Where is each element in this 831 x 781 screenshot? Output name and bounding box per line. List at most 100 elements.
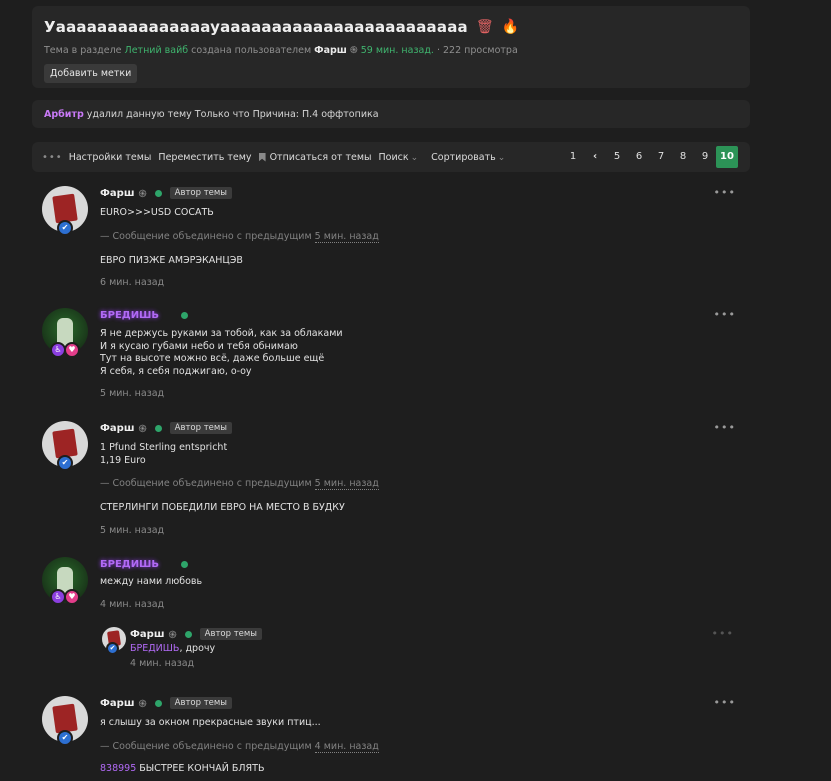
page-7[interactable]: 7 [650,146,672,168]
heart-icon: ♥ [64,342,80,358]
post-line: Я себя, я себя поджигаю, о-оу [100,365,252,377]
move-thread-button[interactable]: Переместить тему [158,152,251,163]
prev-page-icon[interactable]: ‹ [584,146,606,168]
author-badge: Автор темы [199,628,263,640]
author-badge: Автор темы [169,697,233,709]
thread-time[interactable]: 59 мин. назад. [361,45,434,56]
number-link[interactable]: 838995 [100,763,136,774]
post-line: И я кусаю губами небо и тебя обнимаю [100,340,298,352]
search-label: Поиск [378,151,409,163]
user-mention[interactable]: БРЕДИШЬ [130,643,179,654]
post-time[interactable]: 4 мин. назад [100,599,742,610]
notice-text: удалил данную тему Только что Причина: П… [86,109,379,120]
merged-prefix: — Сообщение объединено с предыдущим [100,230,312,242]
post-text-rest: БЫСТРЕЕ КОНЧАЙ БЛЯТЬ [136,762,265,774]
merged-prefix: — Сообщение объединено с предыдущим [100,478,312,489]
section-link[interactable]: Летний вайб [125,45,189,56]
more-icon[interactable]: ••• [714,421,736,434]
author-badge: Автор темы [169,422,233,434]
verified-icon: ✔ [57,730,73,746]
post-text: ЕВРО ПИЗЖЕ АМЭРЭКАНЦЭВ [100,254,243,266]
pagination: 1 ‹ 5 6 7 8 9 10 [562,146,738,168]
username[interactable]: Фарш [100,698,134,709]
more-icon[interactable]: ••• [714,696,736,709]
online-indicator [154,189,162,197]
post-line: 1 Pfund Sterling entspricht [100,442,228,453]
thread-meta: Тема в разделе Летний вайб создана польз… [44,43,738,56]
page-5[interactable]: 5 [606,146,628,168]
verified-icon: ✔ [57,220,73,236]
moderation-notice: Арбитр удалил данную тему Только что При… [32,100,750,128]
author-link[interactable]: Фарш [314,45,347,56]
post-text: БРЕДИШЬ, дрочу [130,643,742,656]
thread-toolbar: ••• Настройки темы Переместить тему Отпи… [32,142,750,172]
page-9[interactable]: 9 [694,146,716,168]
post-text: между нами любовь [100,576,203,587]
reply-post: ✔ Фарш ֍ Автор темы ••• БРЕДИШЬ, дрочу 4… [102,627,742,671]
spiral-icon: ֍ [138,189,147,200]
fire-icon: 🔥 [501,19,520,35]
username[interactable]: Фарш [130,629,164,640]
online-indicator [181,560,189,568]
merged-time[interactable]: 4 мин. назад [314,740,379,753]
moderator-name[interactable]: Арбитр [44,109,84,120]
post-time[interactable]: 4 мин. назад [130,658,742,669]
post-line: 1,19 Euro [100,454,146,466]
post-text: 838995 БЫСТРЕЕ КОНЧАЙ БЛЯТЬ [100,763,742,776]
post: ✔ Фарш ֍ Автор темы ••• 1 Pfund Sterling… [42,421,742,536]
thread-settings-button[interactable]: Настройки темы [69,152,152,163]
username[interactable]: Фарш [100,423,134,434]
online-indicator [184,630,192,638]
post-text: EURO>>>USD СОСАТЬ [100,207,214,218]
merged-note: — Сообщение объединено с предыдущим 5 ми… [100,230,742,243]
spiral-icon: ֍ [138,424,147,435]
username[interactable]: БРЕДИШЬ [100,559,159,570]
more-icon[interactable]: ••• [712,627,734,640]
spiral-icon: ֍ [138,699,147,710]
post-text: 1 Pfund Sterling entspricht 1,19 Euro [100,442,742,467]
merged-time[interactable]: 5 мин. назад [314,478,379,490]
merged-prefix: — Сообщение объединено с предыдущим [100,740,312,752]
sort-label: Сортировать [431,151,496,163]
meta-prefix: Тема в разделе [44,45,122,56]
post-text: СТЕРЛИНГИ ПОБЕДИЛИ ЕВРО НА МЕСТО В БУДКУ [100,502,345,513]
post-line: Я не держусь руками за тобой, как за обл… [100,328,343,339]
verified-icon: ✔ [57,455,73,471]
page-8[interactable]: 8 [672,146,694,168]
add-tags-button[interactable]: Добавить метки [44,64,138,83]
page-6[interactable]: 6 [628,146,650,168]
more-icon[interactable]: ••• [714,186,736,199]
spiral-icon: ֍ [349,45,358,56]
post-line: Тут на высоте можно всё, даже больше ещё [100,353,325,364]
username[interactable]: БРЕДИШЬ [100,310,159,321]
more-icon[interactable]: ••• [42,152,63,163]
merged-note: — Сообщение объединено с предыдущим 5 ми… [100,478,742,490]
username[interactable]: Фарш [100,188,134,199]
merged-time[interactable]: 5 мин. назад [314,230,379,243]
search-dropdown[interactable]: Поиск ⌄ [379,152,419,163]
post: ♿ ♥ БРЕДИШЬ ••• Я не держусь руками за т… [42,308,742,400]
post-text-rest: , дрочу [179,643,216,654]
page-1[interactable]: 1 [562,146,584,168]
online-indicator [181,311,189,319]
unsubscribe-button[interactable]: Отписаться от темы [270,152,372,163]
online-indicator [154,699,162,707]
view-count: · 222 просмотра [436,45,518,56]
spiral-icon: ֍ [168,630,177,641]
post-time[interactable]: 5 мин. назад [100,388,742,399]
post: ✔ Фарш ֍ Автор темы ••• я слышу за окном… [42,696,742,781]
trash-icon[interactable]: 🗑 [476,20,494,34]
sort-dropdown[interactable]: Сортировать ⌄ [431,152,505,163]
post-text: я слышу за окном прекрасные звуки птиц..… [100,717,321,728]
chevron-down-icon: ⌄ [497,152,506,163]
post-time[interactable]: 5 мин. назад [100,525,742,536]
merged-note: — Сообщение объединено с предыдущим 4 ми… [100,740,742,753]
more-icon[interactable]: ••• [714,308,736,321]
bookmark-icon [258,152,266,162]
page-current[interactable]: 10 [716,146,738,168]
post: ♿ ♥ БРЕДИШЬ между нами любовь 4 мин. наз… [42,557,742,610]
author-badge: Автор темы [169,187,233,199]
post-time[interactable]: 6 мин. назад [100,277,742,288]
thread-title: Уaaaaaaaaaaaaaaayaaaaaaaaaaaaaaaaaaaaaaa… [44,18,468,36]
post-text: Я не держусь руками за тобой, как за обл… [100,328,742,378]
